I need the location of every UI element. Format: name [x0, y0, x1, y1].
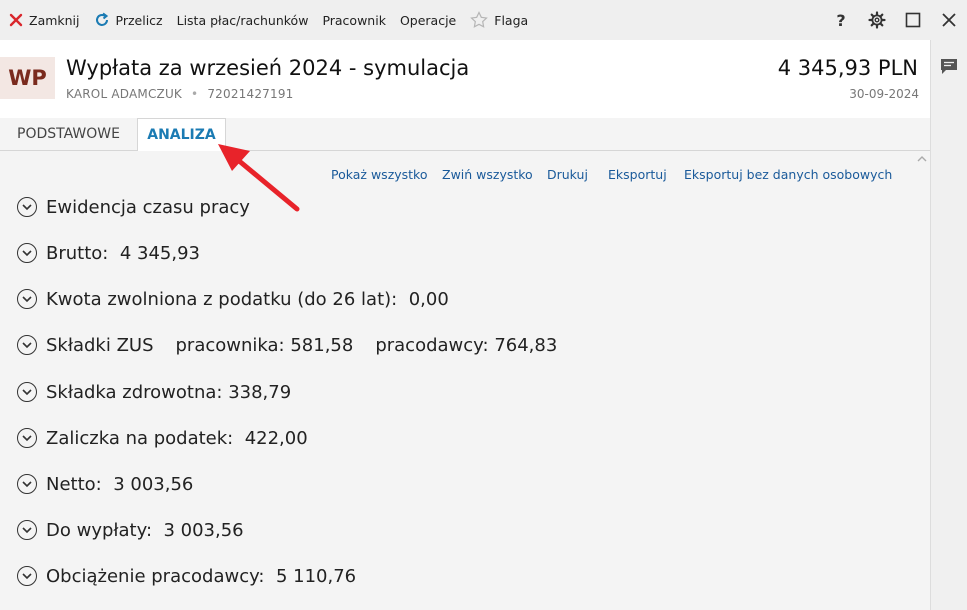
section-do-wyplaty[interactable]: Do wypłaty: 3 003,56 [17, 518, 244, 542]
section-value: 3 003,56 [163, 519, 244, 541]
close-button[interactable]: Zamknij [0, 0, 87, 40]
employer-contribution-label: pracodawcy: [375, 334, 489, 356]
flag-button[interactable]: Flaga [463, 0, 535, 40]
section-value: 5 110,76 [275, 565, 357, 587]
close-icon [9, 13, 23, 27]
payroll-list-menu-label: Lista płac/rachunków [176, 12, 309, 28]
payout-date: 30-09-2024 [849, 87, 919, 101]
document-type-badge: WP [0, 57, 55, 99]
document-header: WP Wypłata za wrzesień 2024 - symulacja … [0, 40, 930, 118]
employee-id: 72021427191 [207, 87, 294, 101]
section-label: Netto: [46, 473, 102, 495]
section-value: 3 003,56 [113, 473, 194, 495]
operations-menu[interactable]: Operacje [393, 0, 463, 40]
gear-icon [868, 11, 886, 29]
maximize-button[interactable] [895, 0, 931, 40]
page-title: Wypłata za wrzesień 2024 - symulacja [66, 56, 470, 80]
section-label: Do wypłaty: [46, 519, 153, 541]
employee-menu[interactable]: Pracownik [315, 0, 393, 40]
section-skladka-zdrowotna[interactable]: Składka zdrowotna: 338,79 [17, 380, 291, 404]
separator-dot: • [191, 87, 199, 101]
help-icon: ? [836, 10, 846, 30]
comments-button[interactable] [939, 58, 959, 76]
section-skladki-zus[interactable]: Składki ZUS pracownika: 581,58 pracodawc… [17, 333, 557, 357]
section-value: 338,79 [228, 381, 292, 403]
section-label: Zaliczka na podatek: [46, 427, 234, 449]
payout-amount: 4 345,93 PLN [777, 56, 918, 80]
side-panel [930, 40, 967, 610]
refresh-icon [95, 12, 108, 26]
chevron-down-icon[interactable] [17, 474, 37, 494]
section-label: Brutto: [46, 242, 109, 264]
section-value: 0,00 [408, 288, 449, 310]
close-button-label: Zamknij [29, 12, 80, 28]
comment-icon [941, 59, 957, 74]
recalculate-button[interactable]: Przelicz [87, 0, 170, 40]
chevron-down-icon[interactable] [17, 335, 37, 355]
chevron-down-icon[interactable] [17, 197, 37, 217]
employee-info: KAROL ADAMCZUK • 72021427191 [66, 87, 294, 101]
chevron-down-icon[interactable] [17, 566, 37, 586]
payroll-list-menu[interactable]: Lista płac/rachunków [170, 0, 316, 40]
chevron-down-icon[interactable] [17, 289, 37, 309]
close-window-button[interactable] [931, 0, 967, 40]
chevron-down-icon[interactable] [17, 520, 37, 540]
employer-contribution-value: 764,83 [494, 334, 558, 356]
toolbar: Zamknij Przelicz Lista płac/rachunków Pr… [0, 0, 967, 40]
section-label: Kwota zwolniona z podatku (do 26 lat): [46, 288, 398, 310]
analysis-panel: Pokaż wszystko Zwiń wszystko Drukuj Eksp… [0, 151, 930, 610]
operations-menu-label: Operacje [399, 12, 457, 28]
section-label: Składki ZUS [46, 334, 154, 356]
employee-contribution-value: 581,58 [290, 334, 354, 356]
help-button[interactable]: ? [823, 0, 859, 40]
collapse-all-link[interactable]: Zwiń wszystko [442, 167, 533, 182]
section-kwota-zwolniona[interactable]: Kwota zwolniona z podatku (do 26 lat): 0… [17, 287, 449, 311]
section-obciazenie[interactable]: Obciążenie pracodawcy: 5 110,76 [17, 564, 356, 588]
section-zaliczka[interactable]: Zaliczka na podatek: 422,00 [17, 426, 308, 450]
print-link[interactable]: Drukuj [547, 167, 588, 182]
export-link[interactable]: Eksportuj [608, 167, 667, 182]
tab-podstawowe[interactable]: PODSTAWOWE [0, 118, 137, 150]
employee-name: KAROL ADAMCZUK [66, 87, 183, 101]
chevron-down-icon[interactable] [17, 382, 37, 402]
section-netto[interactable]: Netto: 3 003,56 [17, 472, 193, 496]
maximize-icon [905, 12, 921, 28]
recalculate-button-label: Przelicz [115, 12, 163, 28]
section-brutto[interactable]: Brutto: 4 345,93 [17, 241, 200, 265]
chevron-down-icon[interactable] [17, 243, 37, 263]
scroll-up-icon[interactable] [916, 153, 928, 165]
flag-button-label: Flaga [494, 12, 529, 28]
settings-button[interactable] [859, 0, 895, 40]
employee-menu-label: Pracownik [322, 12, 386, 28]
close-window-icon [942, 13, 956, 27]
section-value: 4 345,93 [119, 242, 200, 264]
employee-contribution-label: pracownika: [175, 334, 285, 356]
show-all-link[interactable]: Pokaż wszystko [331, 167, 428, 182]
tab-bar: PODSTAWOWE ANALIZA [0, 118, 930, 151]
star-icon [470, 11, 489, 28]
section-value: 422,00 [244, 427, 308, 449]
annotation-arrow [218, 144, 300, 212]
section-label: Składka zdrowotna: [46, 381, 223, 403]
export-anonymous-link[interactable]: Eksportuj bez danych osobowych [684, 167, 892, 182]
chevron-down-icon[interactable] [17, 428, 37, 448]
section-label: Obciążenie pracodawcy: [46, 565, 265, 587]
